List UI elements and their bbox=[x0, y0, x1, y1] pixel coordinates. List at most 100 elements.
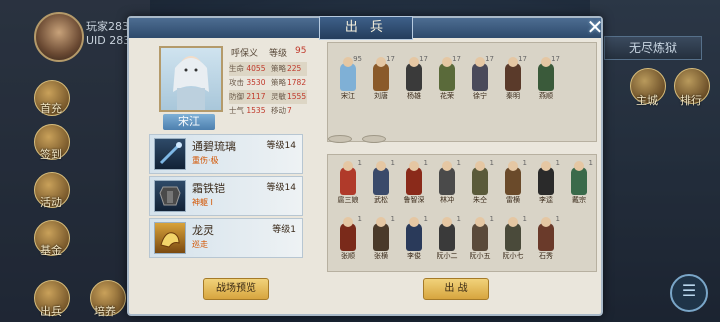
ranking-label: 排行 bbox=[680, 94, 702, 107]
empty-slot[interactable] bbox=[362, 135, 386, 143]
unit-body bbox=[373, 63, 389, 91]
unit-head bbox=[475, 57, 485, 67]
unit-name: 阮小五 bbox=[469, 252, 491, 260]
equipment-effect: 重伤·极 bbox=[192, 156, 219, 165]
unit-level: 1 bbox=[390, 215, 395, 223]
fund-label: 基金 bbox=[40, 244, 62, 257]
unit-body bbox=[472, 63, 488, 91]
unit-head bbox=[508, 57, 518, 67]
endless-purgatory-banner[interactable]: 无尽炼狱 bbox=[604, 36, 702, 60]
unit-level: 1 bbox=[489, 159, 494, 167]
deployed-unit[interactable]: 17 杨雄 bbox=[400, 55, 428, 101]
unit-body bbox=[439, 223, 455, 251]
unit-head bbox=[376, 161, 386, 171]
unit-name: 花荣 bbox=[440, 92, 454, 100]
stat-value-2: 7 bbox=[287, 106, 292, 115]
signin-label: 签到 bbox=[40, 148, 62, 161]
event-label: 活动 bbox=[40, 196, 62, 209]
bench-unit[interactable]: 1 鲁智深 bbox=[400, 159, 429, 205]
unit-body bbox=[538, 167, 554, 195]
dragon-icon bbox=[154, 222, 186, 254]
unit-head bbox=[541, 161, 551, 171]
unit-body bbox=[439, 63, 455, 91]
unit-level: 1 bbox=[357, 215, 362, 223]
unit-level: 17 bbox=[485, 55, 494, 63]
bench-unit[interactable]: 1 阮小七 bbox=[499, 215, 528, 261]
stat-value-2: 1782 bbox=[287, 78, 307, 87]
deployed-unit[interactable]: 17 刘唐 bbox=[367, 55, 395, 101]
main-menu-button[interactable]: ☰ bbox=[670, 274, 708, 312]
go-to-battle-button[interactable]: 出 战 bbox=[423, 278, 489, 300]
unit-head bbox=[541, 57, 551, 67]
unit-name: 徐宁 bbox=[473, 92, 487, 100]
deployed-unit[interactable]: 17 花荣 bbox=[433, 55, 461, 101]
unit-head bbox=[442, 161, 452, 171]
bench-unit[interactable]: 1 阮小五 bbox=[466, 215, 495, 261]
unit-level: 17 bbox=[518, 55, 527, 63]
bench-unit[interactable]: 1 林冲 bbox=[433, 159, 461, 205]
empty-slot[interactable] bbox=[328, 135, 352, 143]
equipment-level-label: 等级 bbox=[266, 141, 285, 151]
bench-unit[interactable]: 1 李俊 bbox=[400, 215, 428, 261]
bench-unit[interactable]: 1 阮小二 bbox=[433, 215, 462, 261]
unit-name: 戴宗 bbox=[572, 196, 586, 204]
equipment-effect: 神躯 I bbox=[192, 198, 213, 207]
unit-name: 张横 bbox=[374, 252, 388, 260]
equipment-level-label: 等级 bbox=[272, 225, 291, 235]
bench-unit[interactable]: 1 扈三娘 bbox=[334, 159, 363, 205]
bench-unit[interactable]: 1 张横 bbox=[367, 215, 395, 261]
bench-unit[interactable]: 1 朱仝 bbox=[466, 159, 494, 205]
bench-unit[interactable]: 1 张顺 bbox=[334, 215, 362, 261]
unit-head bbox=[541, 217, 551, 227]
hero-portrait[interactable] bbox=[159, 46, 223, 112]
stat-key-2: 策略 bbox=[271, 64, 286, 73]
bench-unit[interactable]: 1 石秀 bbox=[532, 215, 560, 261]
unit-head bbox=[409, 57, 419, 67]
equipment-slot-weapon[interactable]: 通碧琉璃 重伤·极 等级14 bbox=[149, 134, 303, 174]
stat-value-2: 225 bbox=[287, 64, 302, 73]
equipment-slot-accessory[interactable]: 龙灵 巡走 等级1 bbox=[149, 218, 303, 258]
unit-body bbox=[340, 223, 356, 251]
formation-panel: 95 宋江 17 刘唐 17 杨雄 17 花荣 17 徐宁 17 秦明 17 燕顺 1 扈三娘 1 武松 1 鲁智深… bbox=[327, 42, 597, 272]
hero-portrait-art bbox=[173, 56, 209, 110]
stat-row: 生命 4055 策略 225 bbox=[229, 62, 307, 76]
unit-head bbox=[475, 161, 485, 171]
unit-name: 武松 bbox=[374, 196, 388, 204]
hero-level: 95 bbox=[295, 46, 307, 56]
unit-body bbox=[571, 167, 587, 195]
bench-unit[interactable]: 1 李逵 bbox=[532, 159, 560, 205]
stat-value: 4055 bbox=[246, 64, 266, 73]
deploy-dialog: 出 兵 ✕ 宋江 呼保义 等级 95 生命 4055 策略 225 攻击 353… bbox=[127, 16, 603, 316]
bench-unit[interactable]: 1 武松 bbox=[367, 159, 395, 205]
close-icon[interactable]: ✕ bbox=[585, 17, 605, 37]
equipment-level-value: 1 bbox=[290, 225, 296, 235]
deployed-units-area: 95 宋江 17 刘唐 17 杨雄 17 花荣 17 徐宁 17 秦明 17 燕顺 bbox=[327, 42, 597, 143]
unit-body bbox=[373, 223, 389, 251]
battlefield-preview-button[interactable]: 战场预览 bbox=[203, 278, 269, 300]
unit-name: 朱仝 bbox=[473, 196, 487, 204]
equipment-slot-armor[interactable]: 霜铁铠 神躯 I 等级14 bbox=[149, 176, 303, 216]
deployed-unit[interactable]: 17 徐宁 bbox=[466, 55, 494, 101]
unit-head bbox=[442, 57, 452, 67]
unit-head bbox=[343, 161, 353, 171]
unit-name: 扈三娘 bbox=[337, 196, 359, 204]
bench-units-area: 1 扈三娘 1 武松 1 鲁智深 1 林冲 1 朱仝 1 雷横 1 李逵 1 戴宗 1 张顺 1 张横 1 李俊 1 阮小二 1… bbox=[327, 154, 597, 272]
unit-level: 1 bbox=[555, 159, 560, 167]
deployed-unit[interactable]: 17 秦明 bbox=[499, 55, 527, 101]
bench-unit[interactable]: 1 雷横 bbox=[499, 159, 527, 205]
unit-level: 1 bbox=[423, 215, 428, 223]
deployed-unit[interactable]: 17 燕顺 bbox=[532, 55, 560, 101]
unit-level: 17 bbox=[386, 55, 395, 63]
unit-body bbox=[340, 63, 356, 91]
stat-key-2: 灵敏 bbox=[271, 92, 286, 101]
unit-name: 刘唐 bbox=[374, 92, 388, 100]
player-avatar[interactable] bbox=[34, 12, 84, 62]
bench-unit[interactable]: 1 戴宗 bbox=[565, 159, 593, 205]
unit-body bbox=[340, 167, 356, 195]
deployed-unit[interactable]: 95 宋江 bbox=[334, 55, 362, 101]
unit-name: 石秀 bbox=[539, 252, 553, 260]
unit-body bbox=[538, 223, 554, 251]
unit-head bbox=[508, 161, 518, 171]
equipment-level: 等级1 bbox=[272, 222, 296, 235]
unit-head bbox=[409, 161, 419, 171]
